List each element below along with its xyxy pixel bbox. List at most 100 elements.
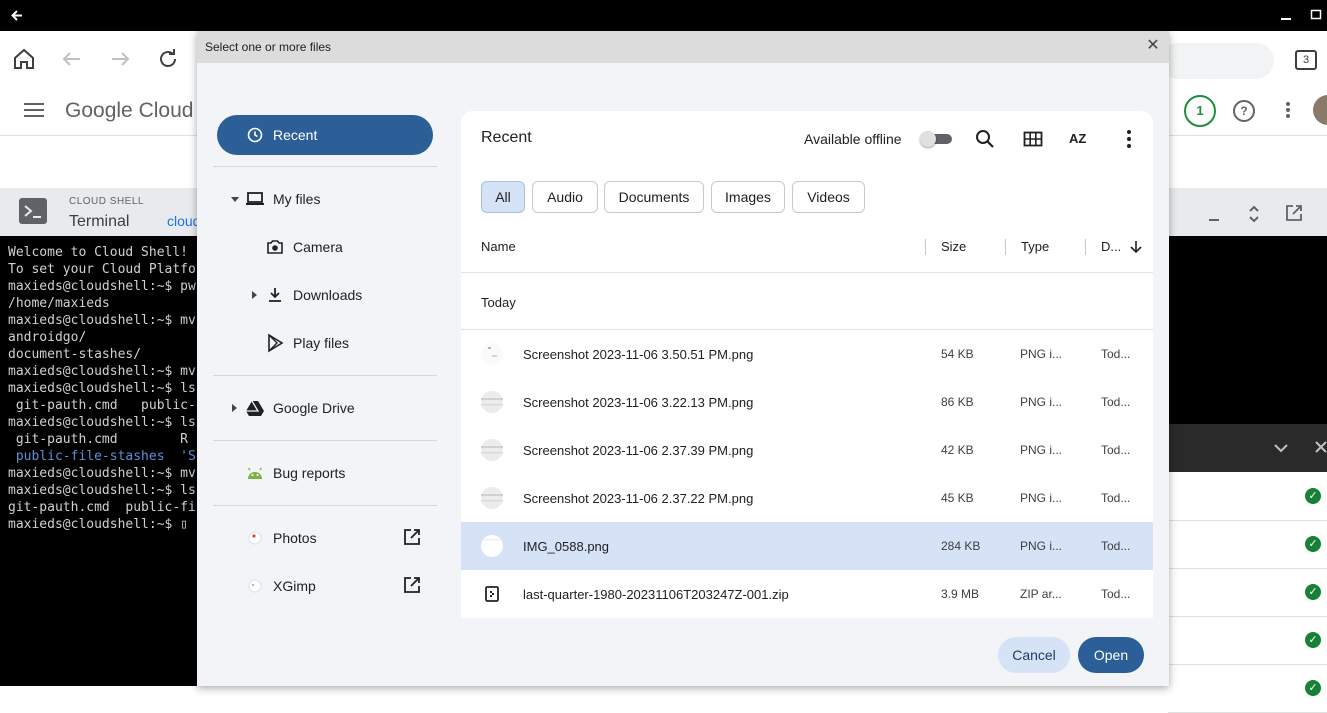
chevron-down-icon[interactable] (1274, 440, 1288, 458)
filter-chip-videos[interactable]: Videos (792, 181, 865, 213)
file-date: Tod... (1101, 587, 1131, 601)
close-panel-icon[interactable] (1314, 440, 1327, 459)
sidebar-item-label: Bug reports (273, 465, 346, 481)
sidebar-item-label: Google Drive (273, 400, 355, 416)
file-picker-dialog: Select one or more files ✕ Recent My fil… (197, 31, 1169, 686)
side-panel-row[interactable]: ✓ (1168, 617, 1327, 665)
terminal-line: git-pauth.cmd public-fi (8, 500, 196, 515)
xgimp-app-icon (245, 576, 265, 596)
file-date: Tod... (1101, 347, 1131, 361)
dialog-title: Select one or more files (205, 40, 332, 54)
column-separator[interactable] (925, 239, 926, 255)
close-icon[interactable]: ✕ (1144, 37, 1162, 55)
reload-icon[interactable] (154, 45, 182, 73)
expand-arrow-icon[interactable] (231, 197, 239, 202)
sidebar-item-play-files[interactable]: Play files (217, 323, 433, 363)
home-icon[interactable] (10, 45, 38, 73)
notification-count-badge[interactable]: 1 (1184, 95, 1216, 127)
terminal-line: maxieds@cloudshell:~$ mv (8, 364, 196, 379)
file-row[interactable]: Screenshot 2023-11-06 2.37.39 PM.png 42 K… (461, 426, 1153, 474)
filter-chip-documents[interactable]: Documents (604, 181, 704, 213)
filter-chip-images[interactable]: Images (711, 181, 785, 213)
camera-icon (265, 237, 285, 257)
restore-window-icon[interactable] (1310, 0, 1322, 31)
side-panel-row[interactable]: ✓ (1168, 569, 1327, 617)
sidebar-item-photos[interactable]: Photos (217, 518, 433, 558)
cancel-button[interactable]: Cancel (998, 637, 1070, 673)
terminal-line: androidgo/ (8, 330, 87, 345)
column-header-type[interactable]: Type (1021, 239, 1049, 254)
terminal-line: maxieds@cloudshell:~$ ▯ (8, 517, 189, 532)
file-row[interactable]: Screenshot 2023-11-06 3.50.51 PM.png 54 K… (461, 330, 1153, 378)
file-size: 45 KB (941, 491, 974, 505)
side-panel-row[interactable]: ✓ (1168, 521, 1327, 569)
file-size: 86 KB (941, 395, 974, 409)
file-row[interactable]: IMG_0588.png 284 KB PNG i... Tod... (461, 522, 1153, 570)
column-header-name[interactable]: Name (481, 239, 516, 254)
filter-chip-all[interactable]: All (481, 181, 525, 213)
dialog-body: Recent My files Camera Downloads Play fi… (197, 63, 1169, 650)
minimize-shell-icon[interactable] (1206, 206, 1222, 227)
sidebar-item-recent[interactable]: Recent (217, 115, 433, 155)
column-header-date[interactable]: D... (1101, 239, 1121, 254)
terminal-right-area (1168, 236, 1327, 424)
open-external-icon[interactable] (403, 528, 423, 548)
more-options-icon[interactable] (1117, 127, 1141, 151)
open-button[interactable]: Open (1078, 637, 1144, 673)
filter-chip-audio[interactable]: Audio (532, 181, 598, 213)
editor-tab-fragment[interactable]: cloud (167, 213, 200, 229)
dialog-footer: Cancel Open (197, 618, 1169, 686)
sidebar-item-camera[interactable]: Camera (217, 227, 433, 267)
minimize-icon[interactable] (1280, 0, 1292, 31)
expand-arrow-icon[interactable] (252, 291, 257, 299)
available-offline-toggle[interactable] (920, 131, 952, 147)
file-row[interactable]: Screenshot 2023-11-06 3.22.13 PM.png 86 K… (461, 378, 1153, 426)
file-row[interactable]: last-quarter-1980-20231106T203247Z-001.z… (461, 570, 1153, 618)
column-header-size[interactable]: Size (941, 239, 966, 254)
open-new-window-icon[interactable] (1285, 204, 1303, 227)
browser-back-icon[interactable] (58, 45, 86, 73)
expand-arrow-icon[interactable] (232, 404, 237, 412)
toggle-knob (920, 131, 936, 147)
expand-shell-icon[interactable] (1246, 205, 1262, 228)
google-cloud-logo[interactable]: Google Cloud (65, 99, 193, 123)
photos-app-icon (245, 528, 265, 548)
search-icon[interactable] (973, 127, 997, 151)
help-icon[interactable]: ? (1233, 100, 1255, 122)
file-size: 284 KB (941, 539, 981, 553)
open-external-icon[interactable] (403, 576, 423, 596)
column-separator[interactable] (1085, 239, 1086, 255)
image-thumbnail (480, 342, 504, 366)
download-icon (265, 285, 285, 305)
back-arrow-icon[interactable] (10, 0, 24, 31)
dialog-title-bar: Select one or more files ✕ (197, 31, 1169, 63)
column-separator[interactable] (1005, 239, 1006, 255)
check-circle-icon: ✓ (1305, 584, 1321, 600)
file-name: Screenshot 2023-11-06 3.50.51 PM.png (523, 347, 754, 362)
cloud-shell-label: CLOUD SHELL (69, 196, 144, 207)
terminal-line: git-pauth.cmd R (8, 432, 189, 447)
sidebar-item-downloads[interactable]: Downloads (217, 275, 433, 315)
tab-count-badge[interactable]: 3 (1295, 50, 1317, 70)
sidebar-item-bug-reports[interactable]: Bug reports (217, 453, 433, 493)
sidebar-item-xgimp[interactable]: XGimp (217, 566, 433, 606)
sidebar-item-google-drive[interactable]: Google Drive (217, 388, 433, 428)
file-row[interactable]: Screenshot 2023-11-06 2.37.22 PM.png 45 K… (461, 474, 1153, 522)
terminal-line: maxieds@cloudshell:~$ mv (8, 313, 196, 328)
check-circle-icon: ✓ (1305, 632, 1321, 648)
terminal-tab[interactable]: Terminal (69, 213, 129, 231)
terminal-output[interactable]: Welcome to Cloud Shell! To set your Clou… (0, 236, 197, 686)
browser-forward-icon[interactable] (106, 45, 134, 73)
sidebar-item-my-files[interactable]: My files (217, 179, 433, 219)
terminal-line: maxieds@cloudshell:~$ pw (8, 279, 196, 294)
hamburger-menu-icon[interactable] (22, 101, 46, 124)
sort-descending-icon[interactable] (1129, 240, 1143, 259)
address-bar[interactable] (1160, 43, 1274, 79)
sort-az-icon[interactable]: AZ (1069, 127, 1093, 151)
file-name: Screenshot 2023-11-06 2.37.39 PM.png (523, 443, 754, 458)
more-vert-icon[interactable] (1285, 101, 1291, 124)
side-panel-row[interactable]: ✓ (1168, 473, 1327, 521)
file-name: Screenshot 2023-11-06 2.37.22 PM.png (523, 491, 754, 506)
grid-view-icon[interactable] (1021, 127, 1045, 151)
side-panel-row[interactable]: ✓ (1168, 665, 1327, 713)
